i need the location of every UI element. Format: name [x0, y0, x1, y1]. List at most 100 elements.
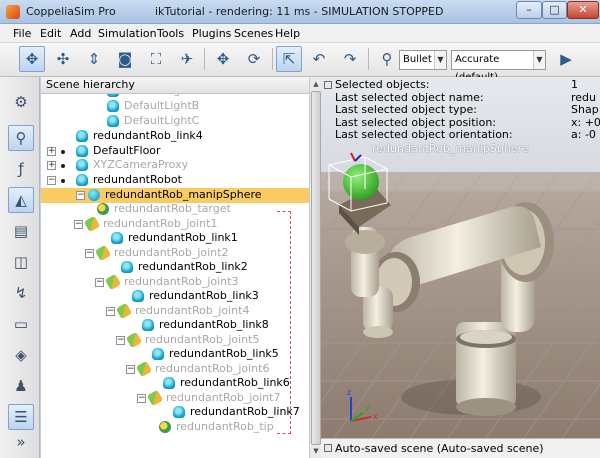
hierarchy-item[interactable]: + XYZCameraProxy: [41, 158, 309, 173]
hierarchy-item[interactable]: DefaultLightB: [41, 99, 309, 114]
object-translate-icon[interactable]: ✥: [210, 46, 236, 72]
more-tools-icon[interactable]: »: [8, 433, 34, 451]
minimize-button[interactable]: –: [516, 1, 542, 19]
hierarchy-item-label: redundantRob_joint5: [145, 333, 260, 346]
hierarchy-item[interactable]: DefaultLightC: [41, 114, 309, 129]
collapse-icon[interactable]: −: [85, 249, 94, 258]
camera-shift-icon[interactable]: ⇕: [81, 46, 107, 72]
camera-fit-icon[interactable]: ⛶: [143, 46, 169, 72]
menu-help[interactable]: Help: [275, 27, 300, 40]
scene-viewport[interactable]: z x y Selected objects: Last selected ob…: [321, 77, 600, 458]
hierarchy-item-label: redundantRob_joint1: [103, 217, 218, 230]
collapse-icon[interactable]: −: [106, 307, 115, 316]
expand-icon[interactable]: +: [47, 147, 56, 156]
chevron-down-icon: ▼: [533, 51, 545, 69]
scene-hierarchy-icon[interactable]: ☰: [8, 404, 34, 430]
close-button[interactable]: ✕: [567, 1, 599, 19]
hierarchy-item[interactable]: + DefaultFloor: [41, 144, 309, 159]
hierarchy-scrollbar[interactable]: ▲ ▼: [309, 77, 321, 458]
menu-edit[interactable]: Edit: [40, 27, 61, 40]
menu-plugins[interactable]: Plugins: [192, 27, 231, 40]
hierarchy-item-label: XYZCameraProxy: [93, 158, 189, 171]
hierarchy-item[interactable]: redundantRob_link4: [41, 129, 309, 144]
hierarchy-item[interactable]: redundantRob_link6: [41, 376, 309, 391]
maximize-button[interactable]: □: [542, 1, 567, 19]
hierarchy-item[interactable]: − redundantRobot: [41, 173, 309, 188]
hierarchy-item[interactable]: redundantRob_link1: [41, 231, 309, 246]
scroll-up-icon[interactable]: ▲: [311, 78, 321, 90]
light-icon: [107, 115, 119, 127]
collapse-icon[interactable]: −: [74, 220, 83, 229]
hierarchy-item[interactable]: redundantRob_tip: [41, 420, 309, 435]
selected-object-label: redundantRob_manipSphere: [372, 142, 529, 155]
hierarchy-item[interactable]: − redundantRob_manipSphere: [41, 188, 309, 203]
collapse-icon[interactable]: −: [126, 365, 135, 374]
hierarchy-item[interactable]: redundantRob_link3: [41, 289, 309, 304]
hierarchy-item[interactable]: − redundantRob_joint7: [41, 389, 309, 407]
redo-icon[interactable]: ↷: [337, 46, 363, 72]
shape-edit-icon[interactable]: ◭: [8, 187, 34, 213]
joint-icon: [135, 360, 153, 378]
hierarchy-item[interactable]: − redundantRob_joint6: [41, 360, 309, 378]
collapse-icon[interactable]: −: [76, 191, 85, 200]
hierarchy-item[interactable]: redundantRob_link2: [41, 260, 309, 275]
model-browser-icon[interactable]: ◫: [8, 249, 34, 275]
hierarchy-item[interactable]: redundantRob_link5: [41, 347, 309, 362]
dynamics-toggle-icon[interactable]: ⚲: [374, 46, 400, 72]
zoom-icon[interactable]: ⚲: [8, 125, 34, 151]
hierarchy-item[interactable]: redundantRob_link7: [41, 405, 309, 420]
collapse-icon[interactable]: −: [47, 176, 56, 185]
camera-pan-icon[interactable]: ✥: [19, 46, 45, 72]
object-rotate-icon[interactable]: ⟳: [241, 46, 267, 72]
undo-icon[interactable]: ↶: [306, 46, 332, 72]
hierarchy-item-label: redundantRob_joint3: [124, 275, 239, 288]
menu-scenes[interactable]: Scenes: [234, 27, 273, 40]
hierarchy-item[interactable]: redundantRob_target: [41, 202, 309, 217]
dummy-icon: [97, 203, 109, 215]
path-icon[interactable]: ↯: [8, 280, 34, 306]
selection-info: Selected objects: Last selected object n…: [335, 78, 513, 142]
simulation-start-icon[interactable]: ▶: [553, 46, 579, 72]
scene-title: ikTutorial - rendering: 11 ms - SIMULATI…: [155, 5, 444, 18]
info-value: a: -0: [571, 128, 596, 141]
svg-text:x: x: [373, 412, 378, 421]
hierarchy-item[interactable]: − redundantRob_joint4: [41, 302, 309, 320]
click-select-icon[interactable]: ⇱: [276, 46, 302, 72]
hierarchy-item[interactable]: − redundantRob_joint3: [41, 273, 309, 291]
physics-engine-select[interactable]: Bullet ▼: [399, 50, 447, 70]
scroll-down-icon[interactable]: ▼: [311, 445, 321, 457]
info-value: Shap: [571, 103, 599, 116]
menu-simulation[interactable]: Simulation: [98, 27, 157, 40]
hierarchy-item-label: redundantRob_tip: [176, 420, 274, 433]
menu-add[interactable]: Add: [70, 27, 91, 40]
script-icon[interactable]: ƒ: [8, 156, 34, 182]
hierarchy-item-label: DefaultLightC: [124, 114, 200, 127]
hierarchy-item-label: redundantRob_joint4: [135, 304, 250, 317]
hierarchy-item[interactable]: − redundantRob_joint2: [41, 244, 309, 262]
hierarchy-item[interactable]: DefaultLightA: [41, 94, 309, 99]
camera-rotate-icon[interactable]: ✣: [50, 46, 76, 72]
hierarchy-item-label: redundantRob_joint6: [155, 362, 270, 375]
engine-accuracy-select[interactable]: Accurate (default) ▼: [451, 50, 546, 83]
scrollbar-thumb[interactable]: [311, 91, 321, 445]
scene-hierarchy-tree[interactable]: DefaultLightADefaultLightB DefaultLightC r…: [41, 94, 309, 458]
collapse-icon[interactable]: −: [137, 394, 146, 403]
expand-icon[interactable]: +: [47, 161, 56, 170]
user-settings-icon[interactable]: ♟: [8, 373, 34, 399]
hierarchy-item[interactable]: − redundantRob_joint1: [41, 215, 309, 233]
menu-tools[interactable]: Tools: [157, 27, 184, 40]
layers-icon[interactable]: ◈: [8, 342, 34, 368]
camera-snapshot-icon[interactable]: ◙: [112, 46, 138, 72]
status-toggle-button[interactable]: [324, 444, 332, 452]
menu-file[interactable]: File: [13, 27, 31, 40]
info-toggle-button[interactable]: [324, 81, 332, 89]
collapse-icon[interactable]: −: [95, 278, 104, 287]
page-icon[interactable]: ▤: [8, 218, 34, 244]
collapse-icon[interactable]: −: [116, 336, 125, 345]
simulation-settings-icon[interactable]: ⚙: [8, 89, 34, 115]
selection-icon[interactable]: ▭: [8, 311, 34, 337]
shape-icon: [76, 130, 88, 142]
hierarchy-item[interactable]: redundantRob_link8: [41, 318, 309, 333]
hierarchy-item[interactable]: − redundantRob_joint5: [41, 331, 309, 349]
camera-fly-icon[interactable]: ✈: [174, 46, 200, 72]
